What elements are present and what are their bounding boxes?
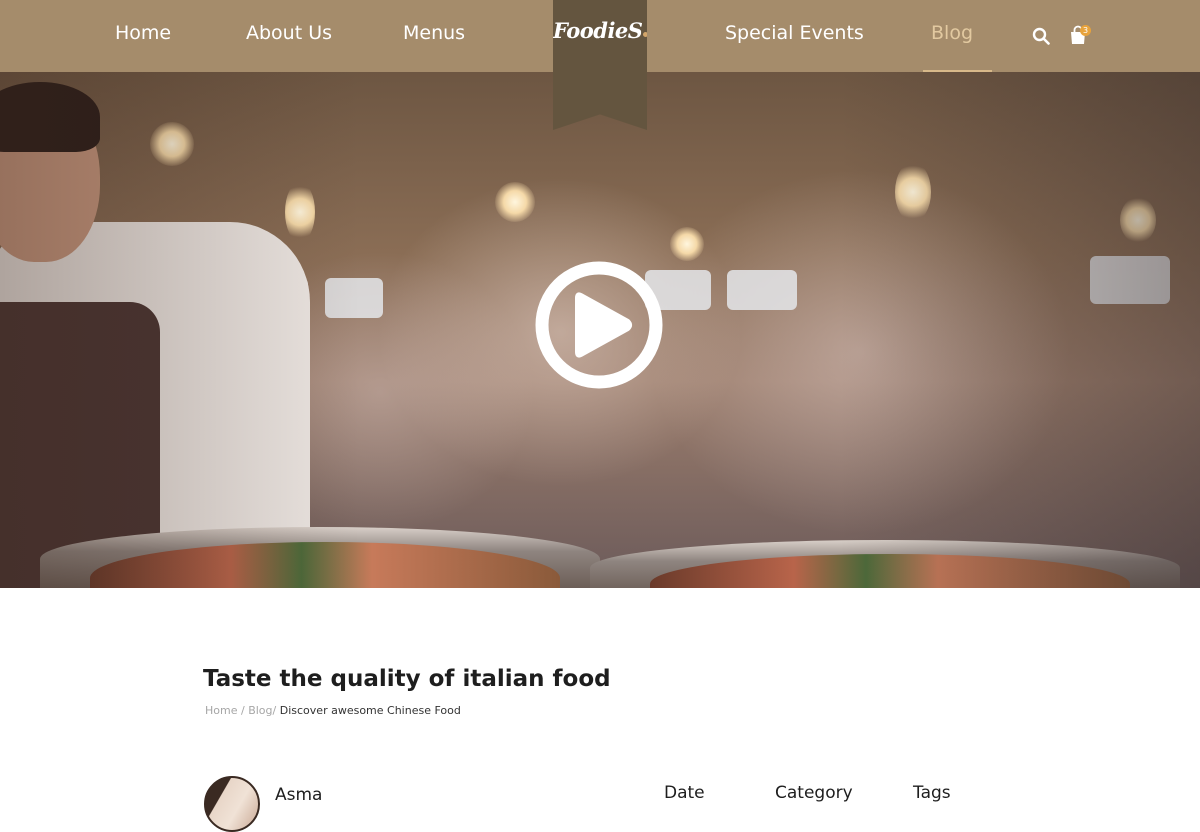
breadcrumb-separator: /: [272, 704, 277, 717]
breadcrumb-home-link[interactable]: Home: [205, 704, 237, 717]
meta-date-label: Date: [664, 783, 705, 803]
author-avatar[interactable]: [204, 776, 260, 832]
logo: FoodieS: [553, 18, 647, 43]
logo-ribbon[interactable]: FoodieS: [553, 0, 647, 130]
search-icon[interactable]: [1032, 27, 1050, 45]
meta-tags-label: Tags: [913, 783, 951, 803]
post-title: Taste the quality of italian food: [203, 666, 611, 692]
play-icon: [575, 292, 632, 358]
breadcrumb-blog-link[interactable]: Blog: [248, 704, 272, 717]
nav-about-us-link[interactable]: About Us: [246, 20, 332, 46]
play-video-button[interactable]: [533, 259, 665, 391]
author-name[interactable]: Asma: [275, 784, 322, 806]
nav-home-link[interactable]: Home: [115, 20, 171, 46]
breadcrumb-current: Discover awesome Chinese Food: [279, 704, 461, 717]
nav-blog-link[interactable]: Blog: [931, 20, 973, 46]
meta-category-label: Category: [775, 783, 853, 803]
cart-count-badge: 3: [1080, 25, 1091, 36]
breadcrumb-separator: /: [240, 704, 245, 717]
active-nav-indicator: [923, 70, 992, 72]
breadcrumb: Home / Blog/ Discover awesome Chinese Fo…: [205, 703, 461, 719]
nav-menus-link[interactable]: Menus: [403, 20, 465, 46]
nav-special-events-link[interactable]: Special Events: [725, 20, 864, 46]
logo-text: FoodieS: [553, 18, 643, 43]
